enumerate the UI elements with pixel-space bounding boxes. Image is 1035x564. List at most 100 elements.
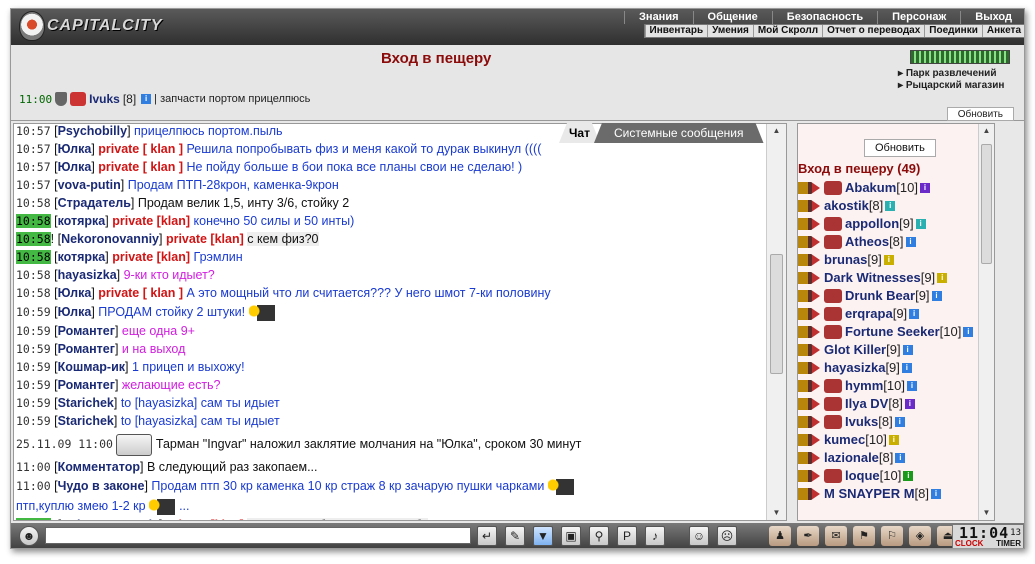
private-message-icon[interactable] xyxy=(798,398,820,410)
character-icon[interactable]: ♟ xyxy=(769,526,791,546)
info-icon[interactable]: i xyxy=(904,399,915,409)
scroll-icon[interactable]: ✉ xyxy=(825,526,847,546)
users-scroll-thumb[interactable] xyxy=(981,144,992,264)
walk-icon[interactable]: ⚲ xyxy=(589,526,609,546)
user-list-item[interactable]: akostik [8] i xyxy=(798,197,994,215)
info-icon[interactable]: i xyxy=(901,363,912,373)
user-list-item[interactable]: loque [10] i xyxy=(798,467,994,485)
user-name[interactable]: hayasizka xyxy=(824,359,885,377)
chat-scroll-thumb[interactable] xyxy=(770,254,783,374)
private-message-icon[interactable] xyxy=(798,452,820,464)
message-nick[interactable]: Nekoronovanniy xyxy=(61,518,159,520)
filter-icon[interactable]: ▼ xyxy=(533,526,553,546)
user-name[interactable]: erqrapa xyxy=(845,305,893,323)
smiley-icon[interactable]: ☺ xyxy=(689,526,709,546)
menu-item-2[interactable]: Безопасность xyxy=(771,11,877,24)
private-message-icon[interactable] xyxy=(798,200,820,212)
info-icon[interactable]: i xyxy=(885,201,896,211)
message-nick[interactable]: Романтег xyxy=(58,378,115,392)
user-name[interactable]: Ivuks xyxy=(845,413,878,431)
tab-chat[interactable]: Чат xyxy=(559,123,600,143)
message-nick[interactable]: Starichek xyxy=(58,414,114,428)
save-icon[interactable]: ▣ xyxy=(561,526,581,546)
message-nick[interactable]: Юлка xyxy=(58,160,92,174)
message-nick[interactable]: Psychobilly xyxy=(58,124,127,138)
user-name[interactable]: Drunk Bear xyxy=(845,287,915,305)
user-list-item[interactable]: hymm [10] i xyxy=(798,377,994,395)
private-message-icon[interactable] xyxy=(798,254,820,266)
user-list-item[interactable]: lazionale [8] i xyxy=(798,449,994,467)
private-message-icon[interactable] xyxy=(798,182,820,194)
link-shop[interactable]: ▸ Рыцарский магазин xyxy=(898,80,1010,92)
scroll-up-icon[interactable]: ▲ xyxy=(767,124,786,138)
submenu-item-5[interactable]: Анкета xyxy=(981,25,1024,37)
message-nick[interactable]: Чудо в законе xyxy=(58,479,145,493)
submenu-item-1[interactable]: Умения xyxy=(707,25,753,37)
info-icon[interactable]: i xyxy=(894,417,905,427)
message-nick[interactable]: Starichek xyxy=(58,396,114,410)
group-icon[interactable]: ⚑ xyxy=(853,526,875,546)
message-nick[interactable]: Романтег xyxy=(58,342,115,356)
message-nick[interactable]: hayasizka xyxy=(58,268,117,282)
user-name[interactable]: Glot Killer xyxy=(824,341,886,359)
private-tag[interactable]: private [klan] xyxy=(166,232,244,246)
private-message-icon[interactable] xyxy=(798,290,820,302)
info-icon[interactable]: i xyxy=(937,273,948,283)
message-nick[interactable]: Юлка xyxy=(58,305,92,319)
private-message-icon[interactable] xyxy=(798,380,820,392)
user-name[interactable]: Ilya DV xyxy=(845,395,888,413)
menu-item-0[interactable]: Знания xyxy=(624,11,692,24)
message-nick[interactable]: Кошмар-ик xyxy=(58,360,125,374)
user-name[interactable]: Ivuks xyxy=(89,92,120,106)
user-list-item[interactable]: brunas [9] i xyxy=(798,251,994,269)
private-tag[interactable]: private [klan] xyxy=(112,250,190,264)
private-tag[interactable]: private [ klan ] xyxy=(98,286,183,300)
info-icon[interactable]: i xyxy=(888,435,899,445)
user-list-item[interactable]: Ivuks [8] i xyxy=(798,413,994,431)
message-nick[interactable]: Комментатор xyxy=(58,460,140,474)
user-list-item[interactable]: Glot Killer [9] i xyxy=(798,341,994,359)
info-icon[interactable]: i xyxy=(883,255,894,265)
submenu-item-0[interactable]: Инвентарь xyxy=(644,25,708,37)
menu-item-1[interactable]: Общение xyxy=(692,11,772,24)
tab-system-messages[interactable]: Системные сообщения xyxy=(594,123,764,143)
quill-icon[interactable]: ✒ xyxy=(797,526,819,546)
menu-item-4[interactable]: Выход xyxy=(960,11,1024,24)
message-nick[interactable]: Романтег xyxy=(58,324,115,338)
info-icon[interactable]: i xyxy=(895,453,906,463)
scroll-down-icon[interactable]: ▼ xyxy=(979,506,994,520)
send-icon[interactable]: ↵ xyxy=(477,526,497,546)
menu-item-3[interactable]: Персонаж xyxy=(877,11,960,24)
private-message-icon[interactable] xyxy=(798,416,820,428)
link-park[interactable]: ▸ Парк развлечений xyxy=(898,68,1010,80)
private-message-icon[interactable] xyxy=(798,308,820,320)
user-list-item[interactable]: Fortune Seeker [10] i xyxy=(798,323,994,341)
info-icon[interactable]: i xyxy=(963,327,974,337)
user-name[interactable]: hymm xyxy=(845,377,883,395)
eraser-icon[interactable]: ✎ xyxy=(505,526,525,546)
user-name[interactable]: akostik xyxy=(824,197,869,215)
user-name[interactable]: Abakum xyxy=(845,179,896,197)
user-name[interactable]: Fortune Seeker xyxy=(845,323,940,341)
user-name[interactable]: Atheos xyxy=(845,233,889,251)
private-message-icon[interactable] xyxy=(798,470,820,482)
info-icon[interactable]: i xyxy=(905,237,916,247)
private-tag[interactable]: private [klan] xyxy=(112,214,190,228)
user-list-item[interactable]: kumec [10] i xyxy=(798,431,994,449)
user-list-item[interactable]: appollon [9] i xyxy=(798,215,994,233)
message-nick[interactable]: Страдатель xyxy=(58,196,131,210)
user-name[interactable]: loque xyxy=(845,467,880,485)
user-name[interactable]: kumec xyxy=(824,431,865,449)
message-nick[interactable]: Юлка xyxy=(58,142,92,156)
private-message-icon[interactable] xyxy=(798,434,820,446)
private-tag[interactable]: private [klan] xyxy=(166,518,244,520)
chat-scrollbar[interactable]: ▲ ▼ xyxy=(766,124,786,520)
clock-label[interactable]: CLOCK xyxy=(955,539,983,548)
info-icon[interactable]: i xyxy=(915,219,926,229)
user-name[interactable]: brunas xyxy=(824,251,867,269)
user-list-item[interactable]: Dark Witnesses [9] i xyxy=(798,269,994,287)
private-message-icon[interactable] xyxy=(798,362,820,374)
info-icon[interactable]: i xyxy=(903,471,914,481)
timer-label[interactable]: TIMER xyxy=(996,539,1021,548)
user-list-item[interactable]: erqrapa [9] i xyxy=(798,305,994,323)
